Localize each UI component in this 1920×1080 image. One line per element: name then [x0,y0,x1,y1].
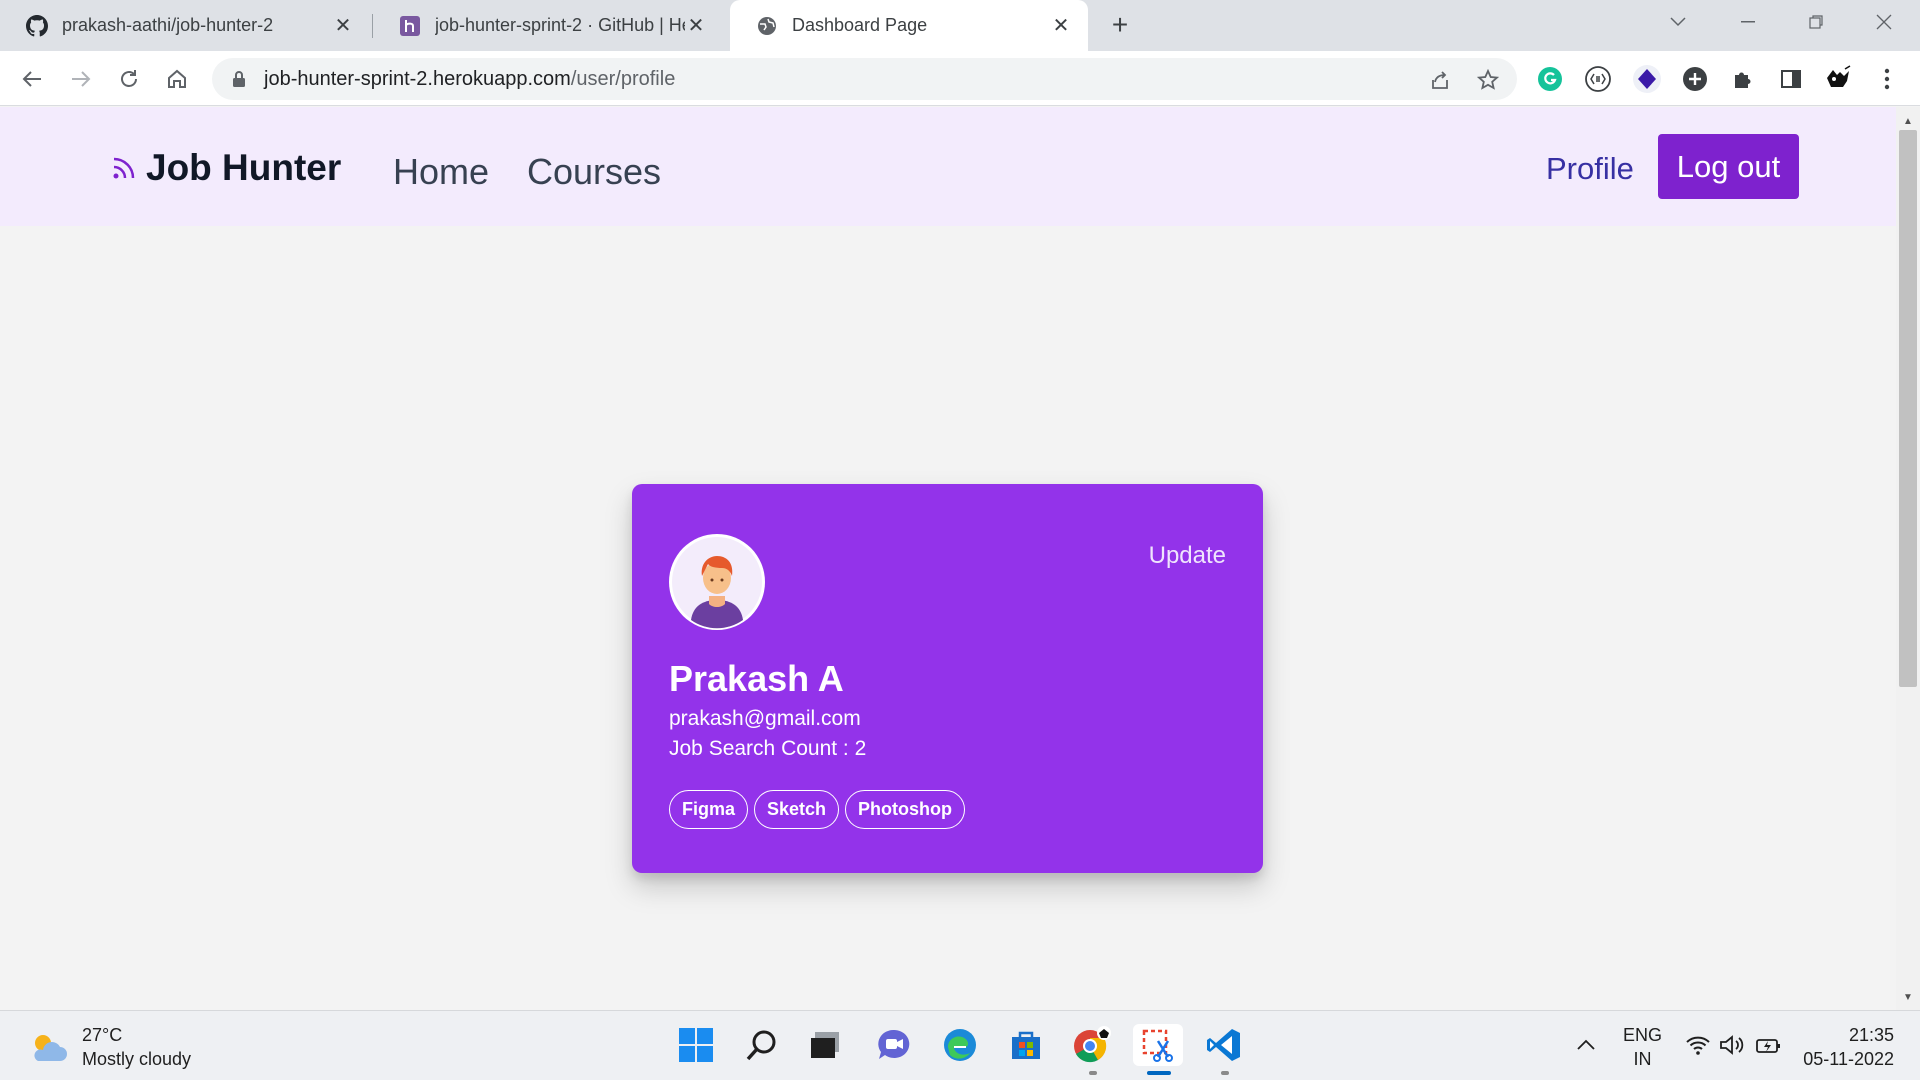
tab-github[interactable]: prakash-aathi/job-hunter-2 ✕ [0,0,370,51]
site-navbar: Job Hunter Home Courses Profile Log out [0,107,1896,226]
skill-badge: Figma [669,790,749,829]
system-clock[interactable]: 21:35 05-11-2022 [1803,1023,1894,1071]
browser-menu-icon[interactable] [1871,63,1903,95]
scrollbar-thumb[interactable] [1899,130,1917,687]
profile-card: Update Prakash A prakash@gmail.com Job S… [632,484,1263,873]
nav-profile-link[interactable]: Profile [1546,151,1634,187]
restore-icon[interactable] [1798,8,1834,36]
minimize-icon[interactable] [1730,8,1766,36]
microsoft-store-icon[interactable] [1005,1024,1047,1066]
rss-feed-icon [113,157,135,179]
user-avatar-icon [672,537,762,629]
windows-taskbar: 27°C Mostly cloudy ENG IN 21:35 05-11-20… [0,1010,1920,1080]
close-tab-icon[interactable]: ✕ [332,15,354,37]
region-code: IN [1633,1049,1652,1069]
bookmark-star-icon[interactable] [1475,67,1501,93]
brand-logo[interactable]: Job Hunter [110,147,341,189]
vscode-running-indicator [1221,1071,1229,1075]
show-hidden-icons-chevron-icon[interactable] [1569,1024,1603,1066]
skills-list: Figma Sketch Photoshop [669,790,966,829]
url-path: /user/profile [570,67,676,90]
skill-badge: Sketch [754,790,840,829]
avatar [669,534,765,630]
side-panel-icon[interactable] [1775,63,1807,95]
heroku-icon [399,15,421,37]
reload-icon[interactable] [113,63,145,95]
share-icon[interactable] [1427,67,1453,93]
weather-temperature: 27°C [82,1025,123,1045]
weather-widget[interactable]: 27°C Mostly cloudy [28,1023,191,1071]
partly-cloudy-icon [34,1035,67,1061]
extension-plus-icon[interactable] [1679,63,1711,95]
profile-avatar-icon[interactable] [1822,63,1854,95]
page-content: Job Hunter Home Courses Profile Log out … [0,107,1896,1010]
chrome-icon[interactable] [1071,1024,1113,1066]
vscode-icon[interactable] [1203,1024,1245,1066]
close-window-icon[interactable] [1866,8,1902,36]
snipping-tool-active-indicator [1147,1071,1171,1075]
user-email: prakash@gmail.com [669,707,861,730]
snipping-tool-icon[interactable] [1133,1024,1183,1066]
url-text: job-hunter-sprint-2.herokuapp.com/user/p… [264,68,675,91]
forward-arrow-icon[interactable] [65,63,97,95]
nav-home-link[interactable]: Home [393,151,489,193]
tab-dashboard[interactable]: Dashboard Page ✕ [730,0,1088,51]
language-indicator[interactable]: ENG IN [1623,1023,1662,1071]
user-name: Prakash A [669,658,844,699]
extension-cube-icon[interactable] [1631,63,1663,95]
tab-title: prakash-aathi/job-hunter-2 [62,15,274,35]
close-tab-icon[interactable]: ✕ [685,15,707,37]
skill-badge: Photoshop [845,790,966,829]
github-icon [26,14,48,37]
tab-title: Dashboard Page [792,15,928,35]
update-profile-link[interactable]: Update [1149,542,1226,570]
clock-date: 05-11-2022 [1803,1049,1894,1069]
edge-browser-icon[interactable] [939,1024,981,1066]
close-tab-icon[interactable]: ✕ [1050,15,1072,37]
globe-icon [756,15,778,37]
wifi-icon[interactable] [1683,1024,1713,1066]
back-arrow-icon[interactable] [16,63,48,95]
weather-description: Mostly cloudy [82,1049,192,1069]
tab-title: job-hunter-sprint-2 · GitHub | He [435,15,685,35]
clock-time: 21:35 [1848,1025,1894,1045]
home-icon[interactable] [161,63,193,95]
scroll-down-arrow-icon[interactable]: ▼ [1899,988,1917,1006]
teams-chat-icon[interactable] [873,1024,915,1066]
new-tab-button[interactable]: + [1106,11,1134,40]
language-code: ENG [1623,1025,1663,1045]
url-host: job-hunter-sprint-2.herokuapp.com [264,67,571,90]
scroll-up-arrow-icon[interactable]: ▲ [1899,112,1917,130]
volume-icon[interactable] [1717,1024,1747,1066]
grammarly-icon[interactable] [1534,63,1566,95]
search-icon[interactable] [741,1024,783,1066]
brand-name: Job Hunter [146,147,342,188]
extension-brackets-icon[interactable] [1582,63,1614,95]
tab-heroku[interactable]: job-hunter-sprint-2 · GitHub | He ✕ [373,0,723,51]
battery-charging-icon[interactable] [1754,1024,1784,1066]
chrome-running-indicator [1089,1071,1097,1075]
nav-courses-link[interactable]: Courses [527,151,661,193]
extensions-puzzle-icon[interactable] [1727,63,1759,95]
job-search-count: Job Search Count : 2 [669,737,867,760]
tab-search-icon[interactable] [1660,8,1696,36]
task-view-icon[interactable] [804,1024,846,1066]
windows-start-icon[interactable] [675,1024,717,1066]
browser-tab-strip: prakash-aathi/job-hunter-2 ✕ job-hunter-… [0,0,1920,51]
lock-icon[interactable] [228,68,250,90]
address-bar[interactable]: job-hunter-sprint-2.herokuapp.com/user/p… [212,58,1517,100]
logout-button[interactable]: Log out [1658,134,1799,199]
